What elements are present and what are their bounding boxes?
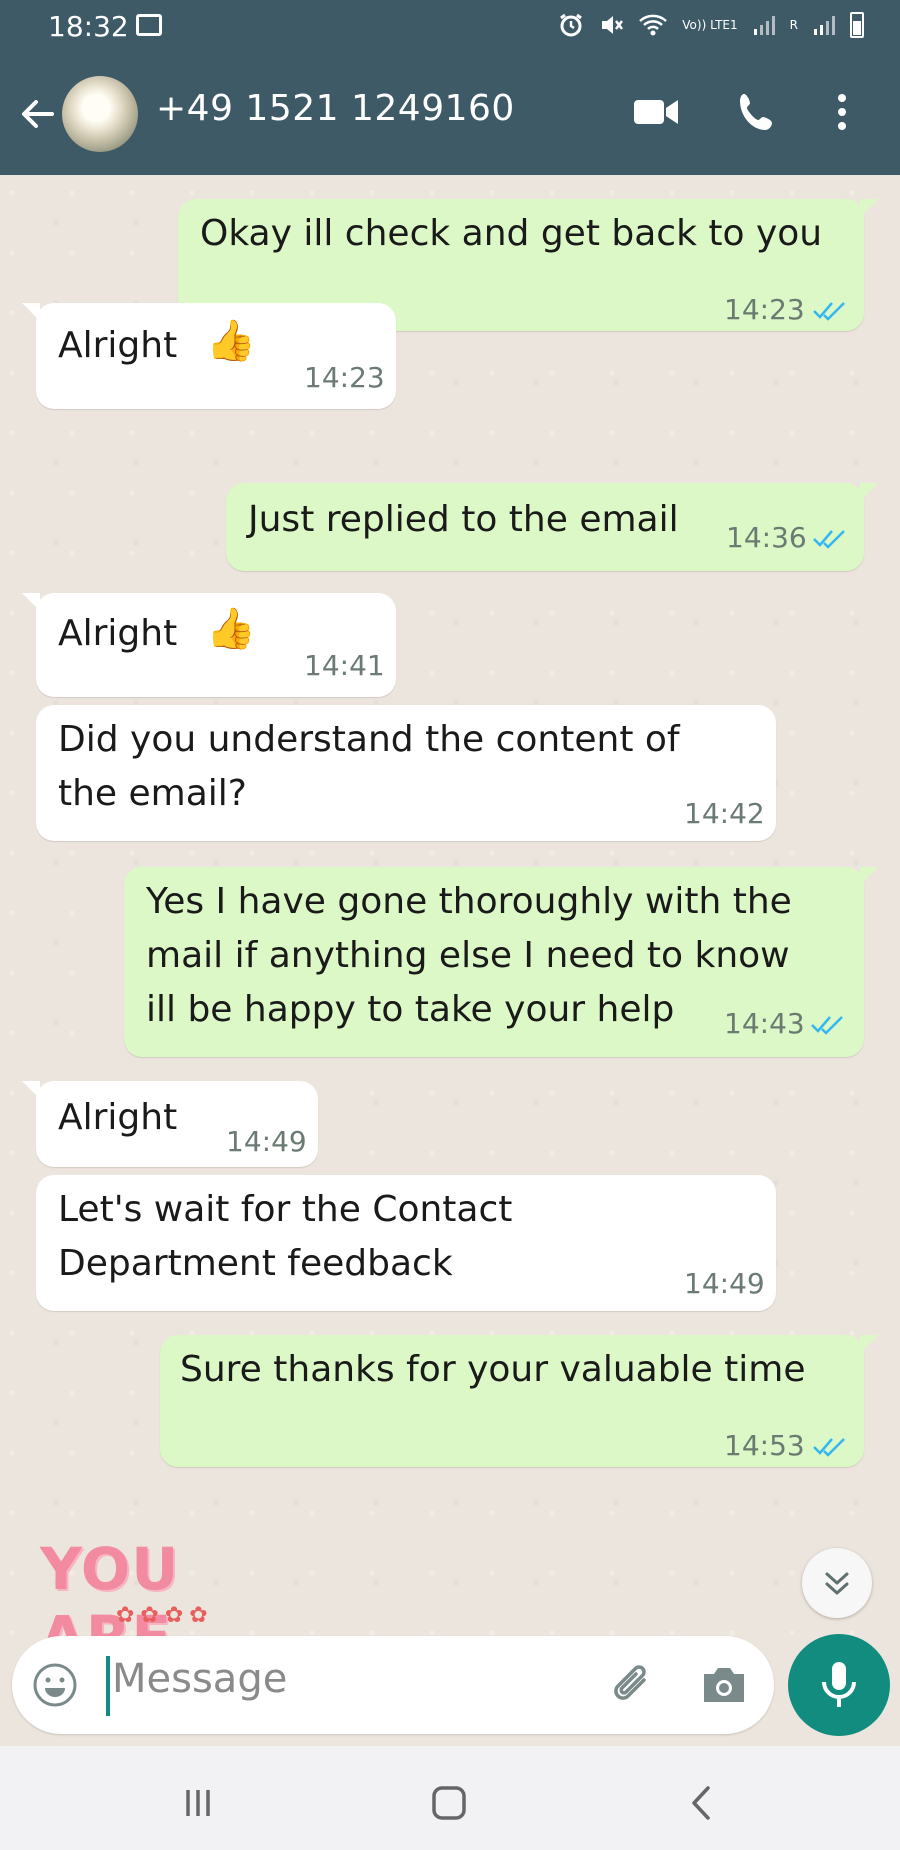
message-incoming[interactable]: Alright 👍 14:41 xyxy=(22,593,396,697)
status-icons: Vo)) LTE1 R xyxy=(558,12,864,38)
signal-icon xyxy=(753,16,775,35)
status-bar: 18:32 Vo)) LTE1 R xyxy=(0,0,900,52)
alarm-icon xyxy=(560,13,583,37)
recent-apps-icon[interactable] xyxy=(168,1778,228,1828)
message-text: Let's wait for the Contact Department fe… xyxy=(58,1189,513,1284)
double-check-read-icon xyxy=(813,530,845,549)
message-time: 14:49 xyxy=(684,1267,765,1300)
message-incoming[interactable]: Alright 👍 14:23 xyxy=(22,303,396,409)
sim-label: R xyxy=(789,18,798,32)
message-outgoing[interactable]: Yes I have gone thoroughly with the mail… xyxy=(124,867,878,1057)
contact-name[interactable]: +49 1521 1249160 xyxy=(156,88,515,129)
message-incoming[interactable]: Alright 14:49 xyxy=(22,1081,318,1167)
status-time: 18:32 xyxy=(48,10,129,43)
message-time: 14:49 xyxy=(226,1125,307,1158)
more-vertical-icon[interactable] xyxy=(822,82,862,142)
message-time: 14:23 xyxy=(304,361,385,394)
double-check-read-icon xyxy=(813,1438,845,1457)
message-incoming[interactable]: Let's wait for the Contact Department fe… xyxy=(36,1175,776,1311)
camera-icon[interactable] xyxy=(698,1660,750,1710)
battery-icon xyxy=(850,12,864,38)
wifi-icon xyxy=(639,14,668,36)
back-nav-icon[interactable] xyxy=(672,1778,732,1828)
message-time: 14:53 xyxy=(724,1429,805,1462)
scroll-to-bottom-button[interactable] xyxy=(802,1548,872,1618)
text-cursor xyxy=(106,1656,110,1716)
message-text: Just replied to the email xyxy=(248,499,679,540)
message-outgoing[interactable]: Sure thanks for your valuable time 14:53 xyxy=(160,1335,878,1467)
message-time: 14:42 xyxy=(684,797,765,830)
paperclip-icon[interactable] xyxy=(606,1658,660,1712)
message-incoming[interactable]: Did you understand the content of the em… xyxy=(36,705,776,841)
message-composer: Message xyxy=(12,1636,774,1734)
message-text: Alright xyxy=(58,1097,178,1138)
phone-icon[interactable] xyxy=(728,82,788,142)
microphone-button[interactable] xyxy=(788,1634,890,1736)
network-label: Vo)) LTE1 xyxy=(682,18,738,32)
message-text: Alright xyxy=(58,325,178,366)
video-camera-icon[interactable] xyxy=(626,82,686,142)
chat-header: +49 1521 1249160 xyxy=(0,52,900,175)
thumbs-up-emoji: 👍 xyxy=(206,606,256,652)
double-check-read-icon xyxy=(811,1016,843,1035)
double-check-read-icon xyxy=(813,302,845,321)
home-icon[interactable] xyxy=(420,1778,480,1828)
mute-icon xyxy=(602,16,624,34)
smiley-icon[interactable] xyxy=(30,1660,80,1710)
double-chevron-down-icon xyxy=(825,1572,849,1595)
message-text: Did you understand the content of the em… xyxy=(58,719,680,814)
message-time: 14:23 xyxy=(724,293,805,326)
message-time: 14:43 xyxy=(724,1007,805,1040)
thumbs-up-emoji: 👍 xyxy=(206,318,256,364)
message-text: Okay ill check and get back to you xyxy=(200,213,823,254)
chat-area[interactable]: Okay ill check and get back to you 14:23… xyxy=(0,175,900,1635)
gallery-notification-icon xyxy=(136,14,162,36)
message-time: 14:36 xyxy=(726,521,807,554)
arrow-left-icon[interactable] xyxy=(16,92,60,136)
signal-icon-2 xyxy=(814,16,835,35)
message-input[interactable]: Message xyxy=(112,1656,287,1702)
message-text: Sure thanks for your valuable time xyxy=(180,1349,806,1390)
sticker-message[interactable]: YOU ARE ✿✿✿✿ xyxy=(40,1535,330,1671)
contact-avatar[interactable] xyxy=(62,76,138,152)
message-text: Alright xyxy=(58,613,178,654)
message-text: Yes I have gone thoroughly with the mail… xyxy=(146,881,792,1030)
sticker-flowers: ✿✿✿✿ xyxy=(116,1603,214,1628)
microphone-icon xyxy=(822,1662,856,1707)
system-navigation-bar xyxy=(0,1746,900,1850)
message-outgoing[interactable]: Just replied to the email 14:36 xyxy=(226,483,878,571)
top-bar: 18:32 Vo)) LTE1 R +49 1521 1249160 xyxy=(0,0,900,175)
message-time: 14:41 xyxy=(304,649,385,682)
